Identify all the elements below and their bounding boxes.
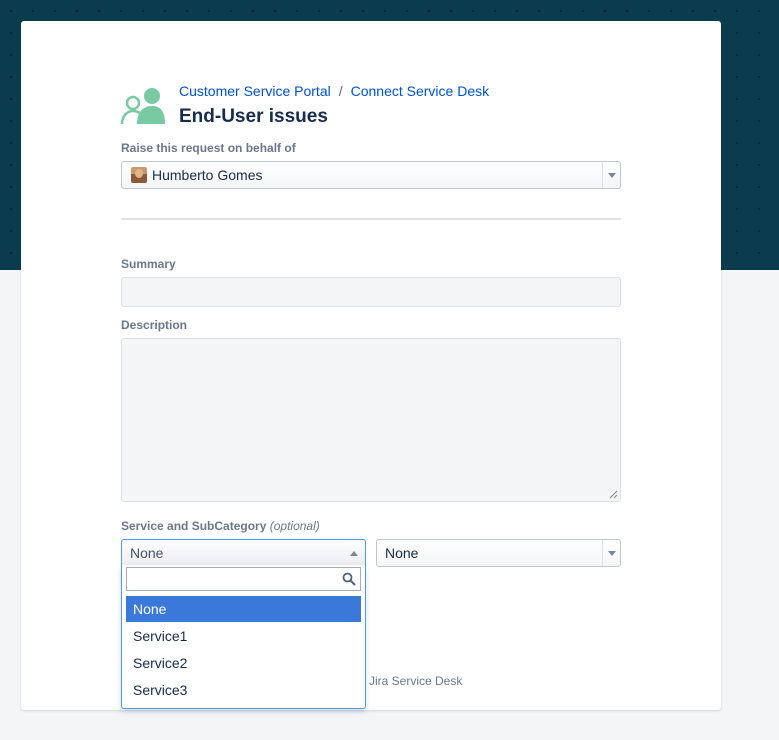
summary-label: Summary	[121, 257, 176, 271]
dropdown-option-none[interactable]: None	[126, 596, 361, 622]
breadcrumb-separator: /	[338, 83, 343, 99]
service-dropdown-menu: None Service1 Service2 Service3	[121, 565, 366, 709]
breadcrumb: Customer Service Portal / Connect Service …	[179, 83, 489, 99]
chevron-up-icon[interactable]	[347, 540, 361, 566]
service-select[interactable]: None	[121, 539, 366, 566]
raise-on-behalf-label: Raise this request on behalf of	[121, 141, 296, 155]
summary-input[interactable]	[121, 277, 621, 307]
chevron-down-icon[interactable]	[602, 540, 620, 566]
service-label: Service and SubCategory (optional)	[121, 519, 320, 533]
breadcrumb-desk-link[interactable]: Connect Service Desk	[351, 83, 490, 99]
description-textarea[interactable]	[121, 338, 621, 502]
subcategory-select[interactable]: None	[376, 539, 621, 567]
service-label-text: Service and SubCategory	[121, 519, 267, 533]
dropdown-search-input[interactable]	[126, 567, 361, 591]
search-icon	[342, 572, 356, 586]
powered-by-text: Jira Service Desk	[369, 674, 463, 688]
raise-on-behalf-select[interactable]: Humberto Gomes	[121, 161, 621, 189]
subcategory-select-value: None	[385, 545, 419, 561]
breadcrumb-portal-link[interactable]: Customer Service Portal	[179, 83, 331, 99]
optional-hint: (optional)	[269, 519, 320, 533]
resize-grip-icon[interactable]	[609, 490, 618, 499]
divider	[121, 218, 621, 220]
people-icon	[120, 88, 165, 125]
service-select-value: None	[130, 545, 164, 561]
dropdown-option-service3[interactable]: Service3	[126, 677, 361, 703]
page-title: End-User issues	[179, 106, 328, 127]
user-avatar	[131, 167, 147, 183]
description-label: Description	[121, 318, 188, 332]
chevron-down-icon[interactable]	[602, 162, 620, 188]
selected-user-name: Humberto Gomes	[152, 167, 263, 183]
dropdown-option-service2[interactable]: Service2	[126, 650, 361, 676]
dropdown-option-service1[interactable]: Service1	[126, 623, 361, 649]
